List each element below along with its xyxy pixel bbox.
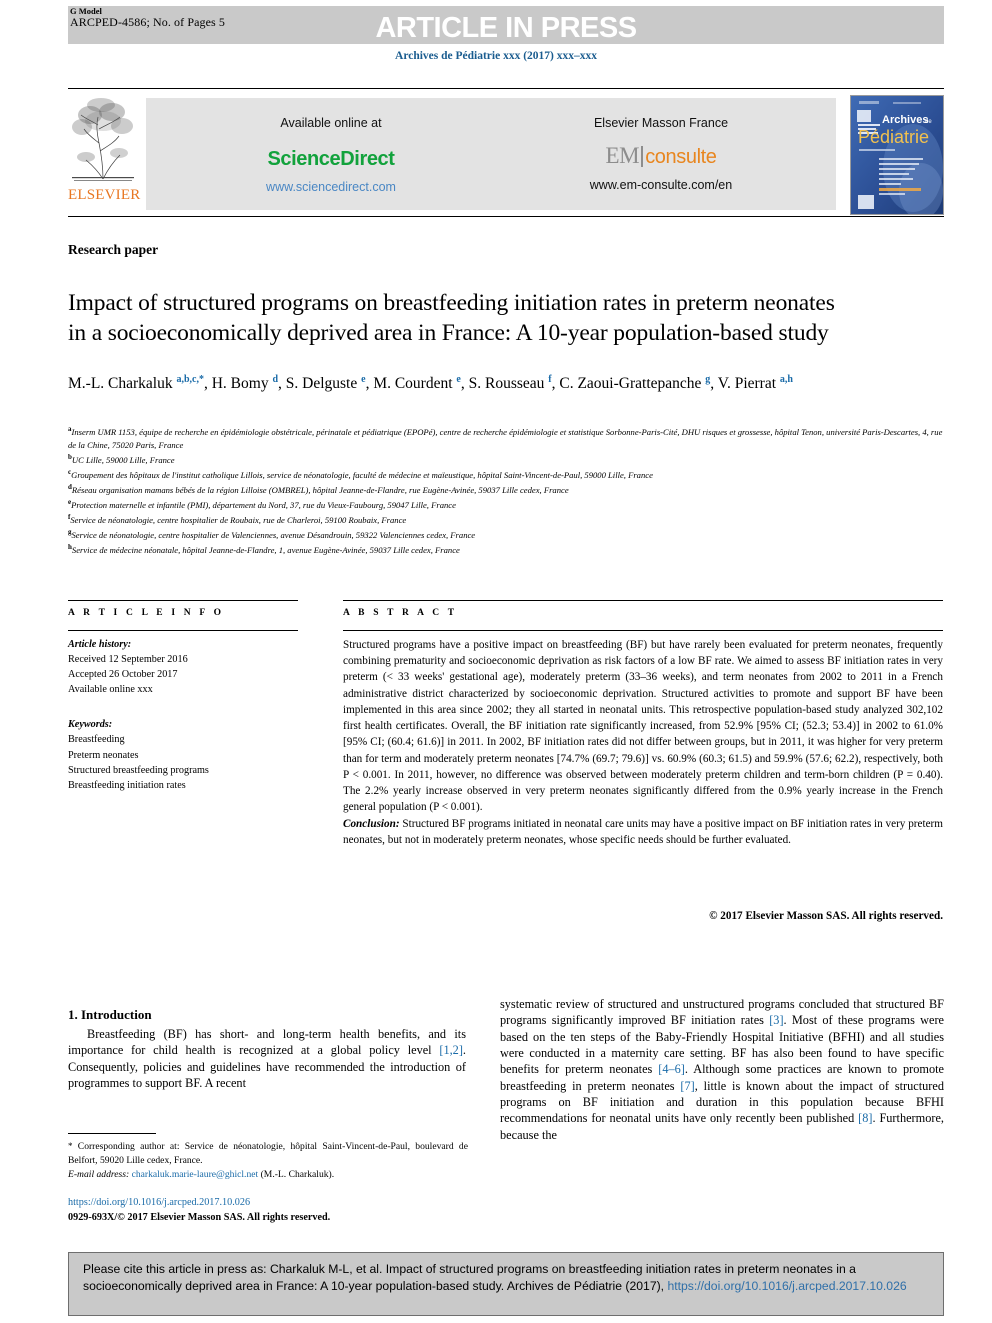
cite-this-article-text: Please cite this article in press as: Ch… [83,1261,929,1296]
keywords-group: Keywords: Breastfeeding Preterm neonates S… [68,630,298,792]
article-info-heading: A R T I C L E I N F O [68,608,225,618]
em-logo-em: EM [605,143,640,168]
cite-doi-link[interactable]: https://doi.org/10.1016/j.arcped.2017.10… [667,1279,906,1293]
affiliation-item: hService de médecine néonatale, hôpital … [68,542,460,555]
article-history-group: Article history: Received 12 September 2… [68,637,298,697]
corresponding-text: Corresponding author at: Service de néon… [68,1141,468,1166]
author-list: M.-L. Charkaluk a,b,c,*, H. Bomy d, S. D… [68,374,793,393]
affiliation-item: aInserm UMR 1153, équipe de recherche en… [68,425,943,450]
journal-cover-image: Archives de Pédiatrie [851,96,943,214]
manuscript-id-block: G Model ARCPED-4586; No. of Pages 5 [70,7,225,29]
available-online-date: Available online xxx [68,684,153,696]
affiliation-marker: a [68,425,72,433]
svg-text:de: de [925,119,932,125]
abstract-conclusion-text: Structured BF programs initiated in neon… [343,817,943,846]
abstract-head-rule-bottom [343,630,943,632]
article-type-label: Research paper [68,242,159,257]
journal-citation-line: Archives de Pédiatrie xxx (2017) xxx–xxx [395,50,597,62]
keyword-item: Structured breastfeeding programs [68,764,209,776]
svg-text:Archives: Archives [882,114,928,126]
abstract-conclusion-label: Conclusion: [343,817,400,830]
em-logo-consulte: consulte [645,146,717,168]
abstract-main-text: Structured programs have a positive impa… [343,639,943,814]
doi-link[interactable]: https://doi.org/10.1016/j.arcped.2017.10… [68,1196,488,1211]
keyword-item: Breastfeeding initiation rates [68,779,186,791]
email-owner: (M.-L. Charkaluk). [260,1168,335,1180]
keywords-rule [68,630,298,632]
introduction-right-column: systematic review of structured and unst… [500,997,944,1142]
available-online-label: Available online at [280,116,382,130]
cite-this-article-box: Please cite this article in press as: Ch… [68,1252,944,1316]
page-title: Impact of structured programs on breastf… [68,289,835,347]
em-consulte-logo[interactable]: EM consulte [496,144,826,167]
abstract-body: Structured programs have a positive impa… [343,637,943,848]
journal-cover-thumbnail: Archives de Pédiatrie [850,95,944,215]
affiliation-marker: d [68,482,72,491]
affiliation-item: cGroupement des hôpitaux de l'institut c… [68,467,653,480]
keywords-list: Breastfeeding Preterm neonates Structured … [68,732,298,792]
affiliation-marker: b [68,452,72,461]
section-heading-introduction: 1. Introduction [68,1006,152,1022]
info-head-rule-top [68,600,298,602]
accepted-date: Accepted 26 October 2017 [68,669,178,681]
introduction-left-column: Breastfeeding (BF) has short- and long-t… [68,1027,466,1091]
masthead: ELSEVIER Available online at ScienceDire… [68,95,944,215]
affiliation-marker: c [68,467,72,476]
affiliation-marker: f [68,512,71,521]
sciencedirect-logo[interactable]: ScienceDirect [166,148,496,171]
em-consulte-block: Elsevier Masson France EM consulte www.em… [496,116,826,192]
email-label: E-mail address: [68,1168,130,1180]
abstract-heading: A B S T R A C T [343,608,458,618]
affiliation-item: fService de néonatologie, centre hospita… [68,512,407,525]
masthead-top-rule [68,88,944,90]
sciencedirect-url[interactable]: www.sciencedirect.com [166,180,496,194]
availability-banner: Available online at ScienceDirect www.sc… [146,98,836,210]
issn-copyright-line: 0929-693X/© 2017 Elsevier Masson SAS. Al… [68,1211,331,1223]
sciencedirect-block: Available online at ScienceDirect www.sc… [166,116,496,194]
svg-text:Pédiatrie: Pédiatrie [858,127,929,147]
elsevier-tree-icon [72,98,134,181]
doi-block: https://doi.org/10.1016/j.arcped.2017.10… [68,1196,488,1226]
manuscript-id: ARCPED-4586; No. of Pages 5 [70,14,226,29]
keyword-item: Preterm neonates [68,749,139,761]
corresponding-author-note: * Corresponding author at: Service de né… [68,1140,468,1182]
affiliation-item: dRéseau organisation mamans bébés de la … [68,482,569,495]
elsevier-wordmark: ELSEVIER [68,187,141,203]
elsevier-logo: ELSEVIER [68,95,140,213]
publisher-label: Elsevier Masson France [593,116,729,130]
keyword-item: Breastfeeding [68,734,125,746]
affiliation-marker: h [68,542,72,551]
affiliation-item: gService de néonatologie, centre hospita… [68,527,476,540]
affiliation-marker: e [68,497,72,506]
masthead-bottom-rule [68,216,944,218]
email-link[interactable]: charkaluk.marie-laure@ghicl.net [132,1169,259,1180]
em-consulte-url[interactable]: www.em-consulte.com/en [496,178,826,192]
affiliations-block: aInserm UMR 1153, équipe de recherche en… [68,424,944,556]
keywords-label: Keywords: [68,719,113,731]
article-page: ARTICLE IN PRESS G Model ARCPED-4586; No… [0,0,992,1323]
article-info-body: Article history: Received 12 September 2… [68,630,298,793]
affiliation-item: bUC Lille, 59000 Lille, France [68,452,175,465]
article-history-label: Article history: [68,639,132,650]
received-date: Received 12 September 2016 [68,654,188,666]
affiliation-item: eProtection maternelle et infantile (PMI… [68,497,456,510]
abstract-copyright: © 2017 Elsevier Masson SAS. All rights r… [709,910,943,922]
em-logo-divider [641,146,644,167]
footnote-rule [68,1133,156,1135]
affiliation-marker: g [68,527,72,536]
abstract-head-rule-top [343,600,943,602]
